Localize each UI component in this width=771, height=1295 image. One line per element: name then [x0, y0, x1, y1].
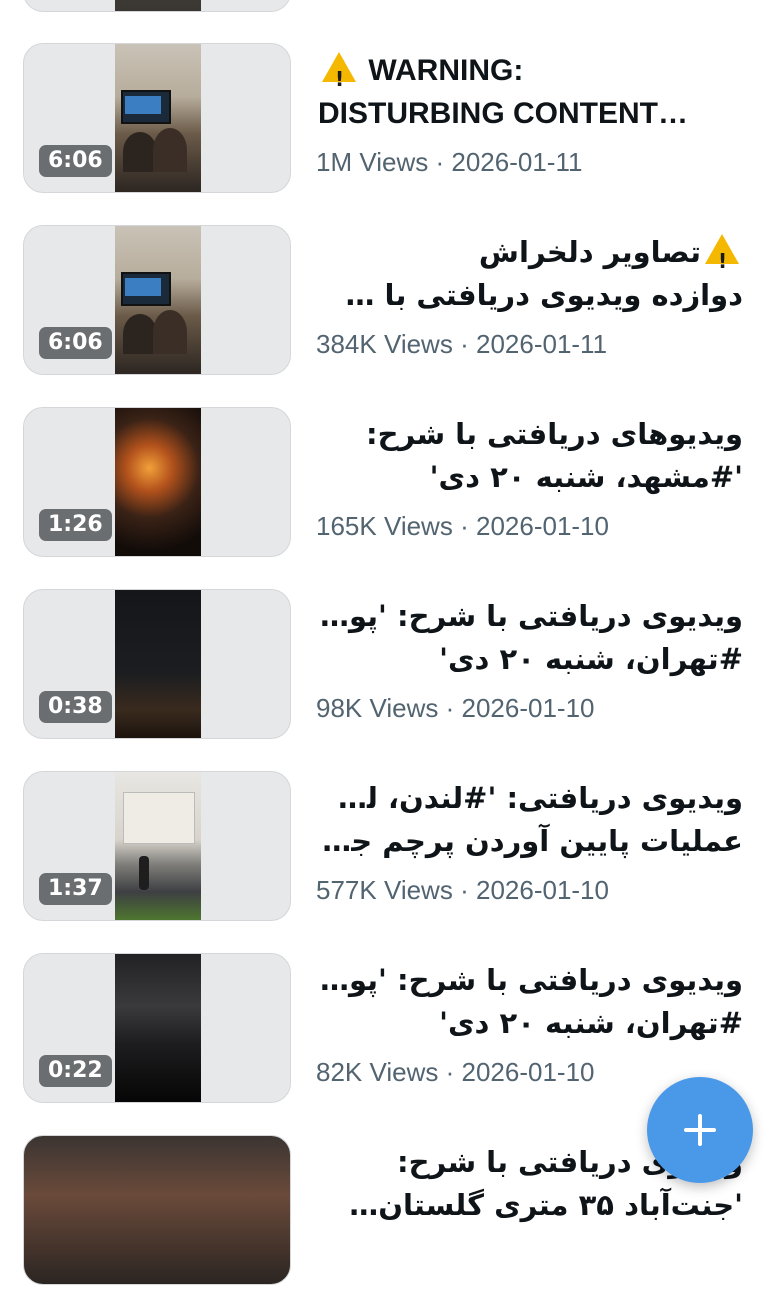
meta-separator: · — [435, 147, 445, 177]
video-meta: 577K Views · 2026-01-10 — [316, 875, 609, 906]
view-count: 577K Views — [316, 875, 453, 905]
list-item[interactable]: 6:06 WARNING: DISTURBING CONTENT… 1M Vie… — [0, 43, 771, 203]
duration-badge: 6:06 — [39, 145, 112, 177]
video-title[interactable]: تصاویر دلخراش دوازده ویدیوی دریافتی با ش… — [318, 231, 743, 317]
video-title[interactable]: ویدیوی دریافتی با شرح: 'پونک #تهران، شنب… — [318, 959, 743, 1045]
video-frame — [115, 44, 201, 192]
meta-separator: · — [460, 329, 469, 359]
video-meta: 165K Views · 2026-01-10 — [316, 511, 609, 542]
list-item[interactable]: 1:37 ویدیوی دریافتی: '#لندن، لحظه عملیات… — [0, 771, 771, 931]
view-count: 98K Views — [316, 693, 439, 723]
warning-icon — [322, 52, 356, 92]
publish-date: 2026-01-10 — [461, 1057, 595, 1087]
video-frame — [115, 226, 201, 374]
publish-date: 2026-01-11 — [451, 147, 583, 177]
video-frame — [115, 954, 201, 1102]
duration-badge: 1:26 — [39, 509, 112, 541]
duration-badge: 0:38 — [39, 691, 112, 723]
video-title[interactable]: WARNING: DISTURBING CONTENT… — [318, 49, 743, 135]
video-frame — [115, 772, 201, 920]
list-item[interactable]: 1:26 ویدیوهای دریافتی با شرح: '#مشهد، شن… — [0, 407, 771, 567]
view-count: 384K Views — [316, 329, 453, 359]
view-count: 82K Views — [316, 1057, 439, 1087]
video-thumbnail[interactable] — [23, 0, 291, 12]
video-meta: 98K Views · 2026-01-10 — [316, 693, 595, 724]
video-title[interactable]: ویدیوی دریافتی با شرح: 'پونک #تهران، شنب… — [318, 595, 743, 681]
video-list: 6:06 WARNING: DISTURBING CONTENT… 1M Vie… — [0, 0, 771, 1285]
video-thumbnail[interactable]: 0:38 — [23, 589, 291, 739]
duration-badge: 1:37 — [39, 873, 112, 905]
video-frame — [115, 408, 201, 556]
list-item[interactable]: 6:06 تصاویر دلخراش دوازده ویدیوی دریافتی… — [0, 225, 771, 385]
video-thumbnail[interactable]: 0:22 — [23, 953, 291, 1103]
warning-icon — [705, 234, 739, 274]
publish-date: 2026-01-10 — [461, 693, 595, 723]
video-frame — [115, 0, 201, 11]
video-frame — [115, 590, 201, 738]
meta-separator: · — [445, 1057, 455, 1087]
video-thumbnail[interactable] — [23, 1135, 291, 1285]
video-meta: 384K Views · 2026-01-11 — [316, 329, 607, 360]
publish-date: 2026-01-10 — [475, 875, 609, 905]
list-item[interactable]: 0:38 ویدیوی دریافتی با شرح: 'پونک #تهران… — [0, 589, 771, 749]
view-count: 1M Views — [316, 147, 429, 177]
meta-separator: · — [460, 511, 469, 541]
video-meta: 82K Views · 2026-01-10 — [316, 1057, 595, 1088]
video-title[interactable]: ویدیوهای دریافتی با شرح: '#مشهد، شنبه ۲۰… — [318, 413, 743, 499]
duration-badge: 0:22 — [39, 1055, 112, 1087]
meta-separator: · — [460, 875, 469, 905]
view-count: 165K Views — [316, 511, 453, 541]
list-item[interactable]: 0:22 ویدیوی دریافتی با شرح: 'پونک #تهران… — [0, 953, 771, 1113]
publish-date: 2026-01-11 — [475, 329, 608, 359]
meta-separator: · — [445, 693, 455, 723]
compose-button[interactable] — [647, 1077, 753, 1183]
video-meta: 1M Views · 2026-01-11 — [316, 147, 582, 178]
publish-date: 2026-01-10 — [475, 511, 609, 541]
video-title[interactable]: ویدیوی دریافتی: '#لندن، لحظه عملیات پایی… — [318, 777, 743, 863]
list-item[interactable] — [0, 0, 771, 22]
video-thumbnail[interactable]: 1:26 — [23, 407, 291, 557]
video-thumbnail[interactable]: 6:06 — [23, 43, 291, 193]
duration-badge: 6:06 — [39, 327, 112, 359]
video-thumbnail[interactable]: 1:37 — [23, 771, 291, 921]
video-thumbnail[interactable]: 6:06 — [23, 225, 291, 375]
